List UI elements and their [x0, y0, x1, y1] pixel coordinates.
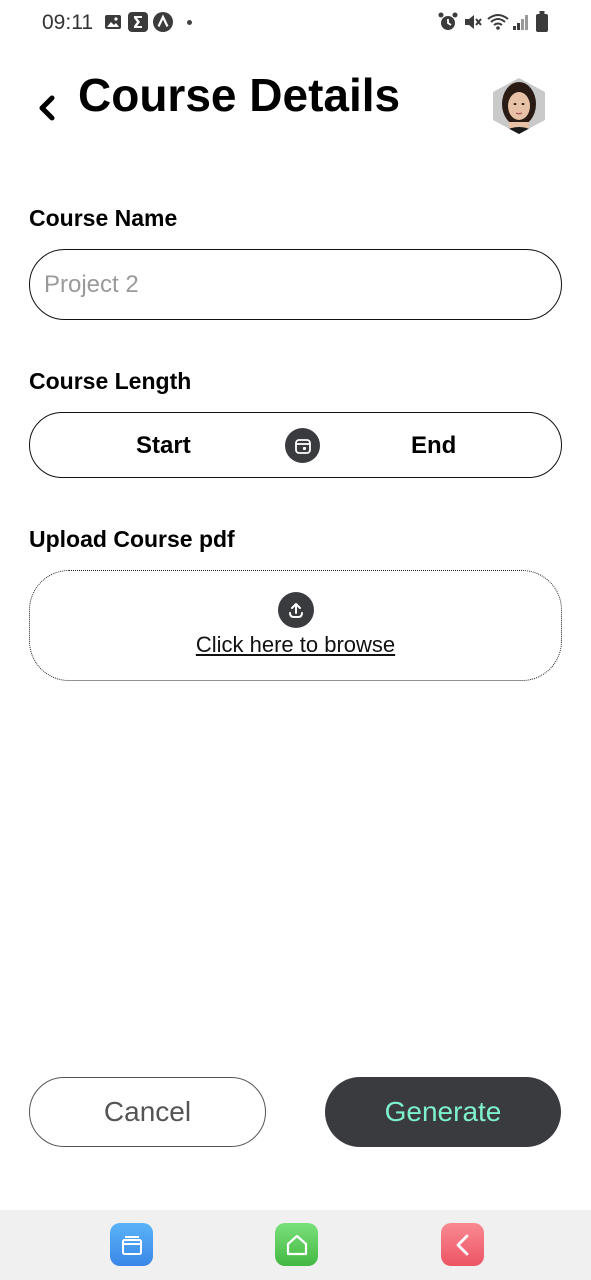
browse-link[interactable]: Click here to browse	[0, 632, 591, 658]
home-button[interactable]	[275, 1223, 318, 1266]
dot-icon	[187, 20, 192, 25]
calendar-icon	[294, 438, 311, 454]
wifi-icon	[487, 12, 509, 37]
sigma-icon	[128, 12, 148, 37]
signal-icon	[512, 13, 530, 36]
recent-apps-icon	[121, 1235, 142, 1255]
end-date-button[interactable]: End	[411, 432, 456, 460]
course-name-input[interactable]	[29, 249, 562, 320]
avatar[interactable]	[493, 78, 545, 134]
system-back-button[interactable]	[441, 1223, 484, 1266]
mute-icon	[463, 12, 483, 37]
status-bar: 09:11	[0, 0, 591, 46]
triangle-a-icon	[153, 12, 173, 37]
page-title: Course Details	[78, 69, 401, 121]
calendar-button[interactable]	[285, 428, 320, 463]
course-name-label: Course Name	[29, 205, 178, 231]
upload-icon	[289, 603, 303, 618]
upload-button[interactable]	[278, 592, 314, 628]
course-length-label: Course Length	[29, 368, 192, 394]
status-time: 09:11	[42, 11, 93, 34]
alarm-icon	[438, 12, 458, 37]
recent-apps-button[interactable]	[110, 1223, 153, 1266]
generate-button[interactable]: Generate	[325, 1077, 561, 1147]
cancel-button[interactable]: Cancel	[29, 1077, 266, 1147]
back-button[interactable]	[30, 88, 64, 128]
upload-label: Upload Course pdf	[29, 526, 235, 552]
home-icon	[286, 1234, 307, 1255]
chevron-left-icon	[39, 95, 55, 121]
start-date-button[interactable]: Start	[136, 432, 191, 460]
image-icon	[104, 13, 122, 36]
back-icon	[456, 1234, 468, 1255]
battery-icon	[536, 11, 548, 38]
